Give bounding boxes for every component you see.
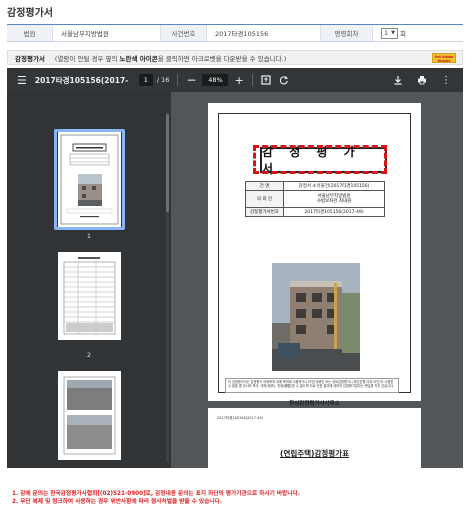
zoom-out-icon[interactable]: − [186,68,196,92]
thumbnail-page-2[interactable] [58,252,121,340]
building-photo [272,263,360,371]
case-number-label: 사건번호 [161,25,207,41]
fit-page-icon[interactable] [261,68,271,92]
appraisal-office-name: 한성감정평가사사무소 [289,401,340,407]
page-number-input[interactable]: 1 [138,74,153,86]
document-page-2: 2017타경105156(2017-49) (연립주택)감정평가표 [208,408,421,468]
footer-note-1: 1. 감에 문의는 한국감정평가사협회[(02)521-0900]로, 감정내용… [12,491,300,497]
sale-round-select[interactable]: 1 ▼ [381,27,398,39]
thumbnail-sidebar: 1 2 [7,92,171,468]
menu-icon[interactable]: ☰ [17,68,27,92]
thumbnail-number: 1 [86,232,92,240]
page-2-title: (연립주택)감정평가표 [280,449,349,458]
adobe-reader-download-icon[interactable]: Get Adobe Reader [432,53,456,63]
rotate-icon[interactable] [279,68,289,92]
zoom-input[interactable]: 48% [202,74,229,86]
sale-round-cell: 1 ▼ 회 [373,25,463,41]
toolbar-divider [177,74,179,86]
case-number-value: 2017타경105156 [207,25,321,41]
table-row: 의 뢰 인 서울남부지방법원 사법보좌관 최내원 [245,190,385,208]
document-title: 2017타경105156(2017-... [34,75,129,85]
document-pane: 감 정 평 가 서 건 명 감정서 소유물건(2017타경105156) 의 뢰… [171,92,463,468]
notice-title: 감정평가서 [15,54,45,63]
sale-round-label: 명령회차 [321,25,373,41]
download-icon[interactable] [393,68,403,92]
footer-notes: 1. 감에 문의는 한국감정평가사협회[(02)521-0900]로, 감정내용… [12,490,300,506]
court-value: 서울남부지방법원 [53,25,161,41]
more-options-icon[interactable]: ⋮ [441,68,451,92]
notice-bar: 감정평가서 (열람이 안될 경우 옆의 노란색 아이콘을 클릭하면 아크로벳을 … [7,50,463,65]
court-label: 법원 [7,25,53,41]
pdf-viewer: ☰ 2017타경105156(2017-... 1 / 16 − 48% + ⋮ [7,68,463,468]
thumbnail-page-3[interactable] [58,371,121,460]
thumbnail-number: 2 [86,351,92,359]
toolbar-divider [251,74,253,86]
notice-text: (열람이 안될 경우 옆의 노란색 아이콘을 클릭하면 아크로벳을 다운받을 수… [54,54,287,63]
case-info-table: 법원 서울남부지방법원 사건번호 2017타경105156 명령회차 1 ▼ 회 [7,24,463,42]
thumbnail-scrollbar-thumb[interactable] [166,114,169,212]
print-icon[interactable] [417,68,427,92]
document-note: 이 감정평가서는 감정평가 의뢰목적 외에 목적에 사용하거나 타인(의뢰인 또… [225,378,399,393]
chevron-down-icon: ▼ [391,30,395,36]
zoom-in-icon[interactable]: + [234,68,243,92]
document-page-1: 감 정 평 가 서 건 명 감정서 소유물건(2017타경105156) 의 뢰… [208,103,421,407]
footer-note-2: 2. 무단 복제 및 링크하여 사용하는 경우 위반사항에 따라 형사처벌을 받… [12,499,222,505]
sale-round-value: 1 [384,29,389,37]
page-title: 감정평가서 [7,8,53,19]
notice-text-highlight: 노란색 아이콘 [119,54,158,63]
sale-round-unit: 회 [400,30,406,38]
pdf-toolbar: ☰ 2017타경105156(2017-... 1 / 16 − 48% + ⋮ [7,68,463,92]
table-row: 건 명 감정서 소유물건(2017타경105156) [245,181,385,191]
thumbnail-page-1[interactable] [58,132,121,227]
table-row: 감정평가서번호 2017타경105156(2017-49) [245,207,385,217]
page-total: / 16 [156,76,170,84]
document-summary-table: 건 명 감정서 소유물건(2017타경105156) 의 뢰 인 서울남부지방법… [245,181,385,217]
page-2-reference: 2017타경105156(2017-49) [217,416,264,420]
highlight-dashed-box [253,145,387,174]
